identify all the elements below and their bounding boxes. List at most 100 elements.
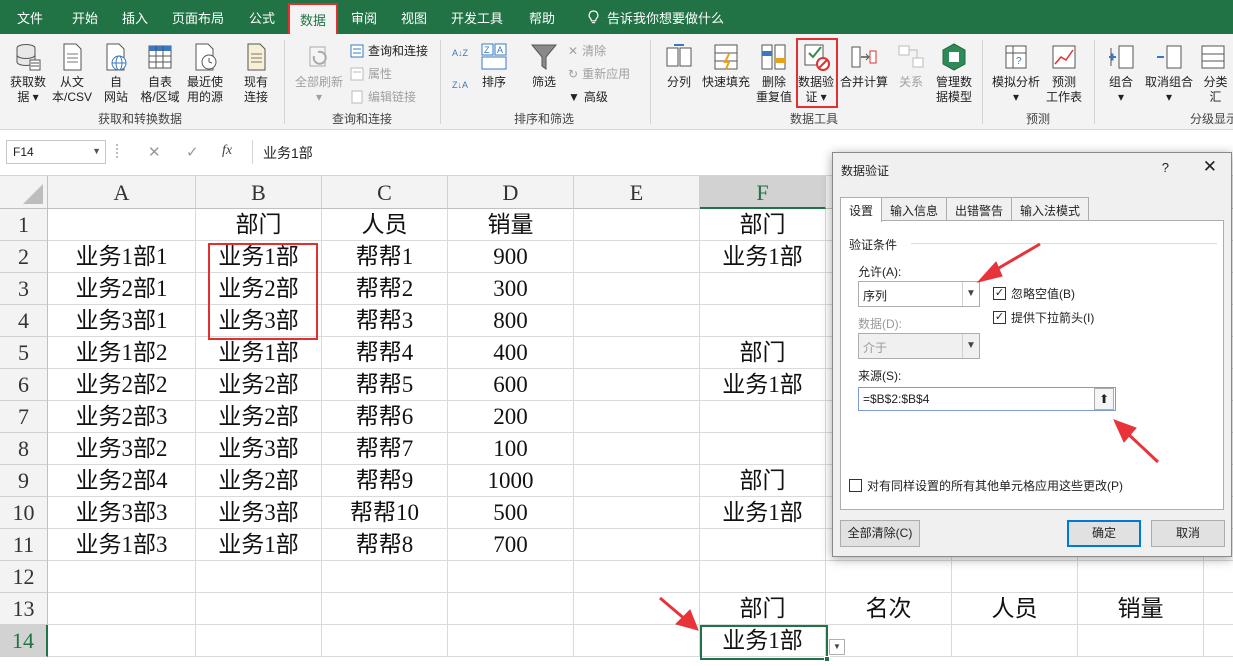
row-header-3[interactable]: 3 xyxy=(0,273,48,305)
row-header-13[interactable]: 13 xyxy=(0,593,48,625)
cell-a5[interactable]: 业务1部2 xyxy=(48,337,196,369)
queries-connections-button[interactable]: 查询和连接 xyxy=(350,42,428,59)
manage-data-model-button[interactable]: 管理数 据模型 xyxy=(932,42,976,105)
cell-d2[interactable]: 900 xyxy=(448,241,574,273)
text-to-columns-button[interactable]: 分列 xyxy=(662,42,696,90)
column-header-c[interactable]: C xyxy=(322,176,448,209)
menu-tab-file[interactable]: 文件 xyxy=(0,0,60,34)
group-button[interactable]: 组合 ▾ xyxy=(1104,42,1138,105)
cell-d6[interactable]: 600 xyxy=(448,369,574,401)
row-header-12[interactable]: 12 xyxy=(0,561,48,593)
consolidate-button[interactable]: 合并计算 xyxy=(840,42,888,90)
column-header-b[interactable]: B xyxy=(196,176,322,209)
row-header-4[interactable]: 4 xyxy=(0,305,48,337)
cell-f6[interactable]: 业务1部 xyxy=(700,369,826,401)
cell-e12[interactable] xyxy=(574,561,700,593)
what-if-analysis-button[interactable]: ? 模拟分析 ▾ xyxy=(990,42,1042,105)
row-header-11[interactable]: 11 xyxy=(0,529,48,561)
cell-e11[interactable] xyxy=(574,529,700,561)
insert-function-icon[interactable]: fx xyxy=(222,143,232,159)
cell-c14[interactable] xyxy=(322,625,448,657)
get-data-button[interactable]: 获取数 据 ▾ xyxy=(8,42,48,105)
clear-filter-button[interactable]: ✕ 清除 xyxy=(568,42,606,59)
formula-bar-grip[interactable] xyxy=(116,144,118,158)
cell-b1[interactable]: 部门 xyxy=(196,209,322,241)
cell-b8[interactable]: 业务3部 xyxy=(196,433,322,465)
fill-handle[interactable] xyxy=(824,656,830,662)
properties-button[interactable]: 属性 xyxy=(350,65,392,82)
cell-d14[interactable] xyxy=(448,625,574,657)
formula-input[interactable]: 业务1部 xyxy=(252,140,852,164)
column-header-a[interactable]: A xyxy=(48,176,196,209)
tell-me-box[interactable]: 告诉我你想要做什么 xyxy=(568,0,724,34)
data-dropdown-chevron-down-icon[interactable]: ▼ xyxy=(962,334,979,358)
cell-e9[interactable] xyxy=(574,465,700,497)
enter-icon[interactable]: ✓ xyxy=(186,143,199,161)
cell-h14[interactable] xyxy=(952,625,1078,657)
cancel-icon[interactable]: ✕ xyxy=(148,143,161,161)
remove-duplicates-button[interactable]: 删除 重复值 xyxy=(756,42,792,105)
source-input[interactable]: =$B$2:$B$4 xyxy=(858,387,1116,411)
apply-all-checkbox[interactable]: 对有同样设置的所有其他单元格应用这些更改(P) xyxy=(849,477,1123,494)
cell-g12[interactable] xyxy=(826,561,952,593)
cell-i12[interactable] xyxy=(1078,561,1204,593)
cell-a14[interactable] xyxy=(48,625,196,657)
cell-e14[interactable] xyxy=(574,625,700,657)
tab-settings[interactable]: 设置 xyxy=(840,197,883,222)
row-header-5[interactable]: 5 xyxy=(0,337,48,369)
ungroup-button[interactable]: 取消组合 ▾ xyxy=(1142,42,1196,105)
cell-a7[interactable]: 业务2部3 xyxy=(48,401,196,433)
column-header-d[interactable]: D xyxy=(448,176,574,209)
menu-tab-developer[interactable]: 开发工具 xyxy=(438,0,516,34)
row-header-2[interactable]: 2 xyxy=(0,241,48,273)
recent-sources-button[interactable]: 最近使 用的源 xyxy=(184,42,226,105)
row-header-8[interactable]: 8 xyxy=(0,433,48,465)
cell-b7[interactable]: 业务2部 xyxy=(196,401,322,433)
cell-b13[interactable] xyxy=(196,593,322,625)
data-select[interactable]: 介于 ▼ xyxy=(858,333,980,359)
cell-d4[interactable]: 800 xyxy=(448,305,574,337)
cell-f8[interactable] xyxy=(700,433,826,465)
cell-a2[interactable]: 业务1部1 xyxy=(48,241,196,273)
cell-d10[interactable]: 500 xyxy=(448,497,574,529)
tab-input-message[interactable]: 输入信息 xyxy=(881,197,948,221)
cell-h13[interactable]: 人员 xyxy=(952,593,1078,625)
column-header-e[interactable]: E xyxy=(574,176,700,209)
menu-tab-review[interactable]: 审阅 xyxy=(338,0,390,34)
from-text-button[interactable]: 从文 本/CSV xyxy=(52,42,92,105)
cell-f2[interactable]: 业务1部 xyxy=(700,241,826,273)
menu-tab-help[interactable]: 帮助 xyxy=(516,0,568,34)
cell-d3[interactable]: 300 xyxy=(448,273,574,305)
cell-g13[interactable]: 名次 xyxy=(826,593,952,625)
cell-e8[interactable] xyxy=(574,433,700,465)
sort-ascending-button[interactable]: A↓Z xyxy=(452,48,468,58)
row-header-7[interactable]: 7 xyxy=(0,401,48,433)
cell-c6[interactable]: 帮帮5 xyxy=(322,369,448,401)
cancel-button[interactable]: 取消 xyxy=(1151,520,1225,547)
select-all-corner[interactable] xyxy=(0,176,48,209)
cell-b6[interactable]: 业务2部 xyxy=(196,369,322,401)
relationships-button[interactable]: 关系 xyxy=(894,42,928,90)
cell-d8[interactable]: 100 xyxy=(448,433,574,465)
sort-button[interactable]: ZA 排序 xyxy=(478,42,510,90)
in-cell-dropdown-checkbox[interactable]: ✓ 提供下拉箭头(I) xyxy=(993,309,1094,326)
cell-f13[interactable]: 部门 xyxy=(700,593,826,625)
cell-i14[interactable] xyxy=(1078,625,1204,657)
cell-e13[interactable] xyxy=(574,593,700,625)
cell-dropdown-arrow-icon[interactable]: ▼ xyxy=(829,639,845,655)
cell-i13[interactable]: 销量 xyxy=(1078,593,1204,625)
cell-c8[interactable]: 帮帮7 xyxy=(322,433,448,465)
cell-c5[interactable]: 帮帮4 xyxy=(322,337,448,369)
menu-tab-insert[interactable]: 插入 xyxy=(110,0,160,34)
cell-a6[interactable]: 业务2部2 xyxy=(48,369,196,401)
sort-descending-button[interactable]: Z↓A xyxy=(452,80,468,90)
cell-e4[interactable] xyxy=(574,305,700,337)
menu-tab-data[interactable]: 数据 xyxy=(288,3,338,34)
cell-f11[interactable] xyxy=(700,529,826,561)
cell-a10[interactable]: 业务3部3 xyxy=(48,497,196,529)
tab-ime-mode[interactable]: 输入法模式 xyxy=(1011,197,1090,221)
cell-b10[interactable]: 业务3部 xyxy=(196,497,322,529)
cell-c4[interactable]: 帮帮3 xyxy=(322,305,448,337)
cell-a8[interactable]: 业务3部2 xyxy=(48,433,196,465)
menu-tab-formulas[interactable]: 公式 xyxy=(236,0,288,34)
